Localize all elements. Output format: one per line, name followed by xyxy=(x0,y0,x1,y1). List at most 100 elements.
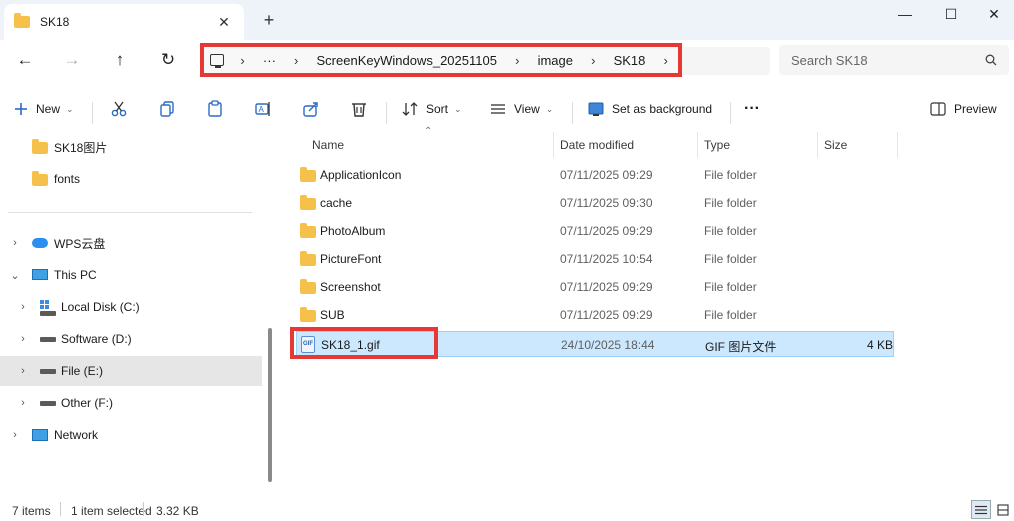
details-view-button[interactable] xyxy=(971,500,991,519)
file-date: 07/11/2025 10:54 xyxy=(560,252,653,266)
title-bar: SK18 ✕ + — ☐ ✕ xyxy=(0,0,1014,40)
network-icon xyxy=(32,429,48,441)
table-row[interactable]: Screenshot 07/11/2025 09:29 File folder xyxy=(296,274,894,300)
breadcrumb-separator[interactable]: › xyxy=(505,53,530,68)
folder-icon xyxy=(300,195,316,210)
minimize-button[interactable]: — xyxy=(882,0,928,28)
file-name: PictureFont xyxy=(320,252,382,266)
breadcrumb-separator[interactable]: › xyxy=(284,53,309,68)
chevron-down-icon: ⌄ xyxy=(454,103,462,114)
trash-icon xyxy=(352,103,366,117)
drive-icon xyxy=(40,311,56,316)
more-options-button[interactable]: ··· xyxy=(744,96,760,122)
divider xyxy=(572,102,573,124)
sidebar-item-wps-cloud[interactable]: › WPS云盘 xyxy=(0,228,262,258)
chevron-down-icon[interactable]: ⌄ xyxy=(8,269,22,282)
sidebar-scrollbar[interactable] xyxy=(268,328,272,482)
forward-button[interactable]: → xyxy=(56,46,88,74)
breadcrumb-item[interactable]: image xyxy=(530,53,581,68)
breadcrumb-overflow[interactable]: ··· xyxy=(255,53,284,68)
file-type: File folder xyxy=(704,252,757,266)
maximize-button[interactable]: ☐ xyxy=(928,0,974,28)
rename-button[interactable]: A xyxy=(254,96,272,122)
address-row: ← → ↑ ↻ › ··· › ScreenKeyWindows_2025110… xyxy=(0,40,1014,82)
file-name: cache xyxy=(320,196,353,210)
file-date: 07/11/2025 09:29 xyxy=(560,224,653,238)
sidebar-item-label: This PC xyxy=(54,268,97,282)
computer-icon xyxy=(32,269,48,280)
address-bar-empty-area[interactable] xyxy=(682,47,770,75)
breadcrumb-item[interactable]: SK18 xyxy=(606,53,654,68)
sidebar-item-other-f[interactable]: › Other (F:) xyxy=(0,388,262,418)
svg-text:A: A xyxy=(259,105,265,114)
folder-icon xyxy=(300,307,316,322)
new-button[interactable]: New ⌄ xyxy=(14,96,74,122)
new-tab-button[interactable]: + xyxy=(258,9,280,31)
sidebar-item-label: File (E:) xyxy=(61,364,103,378)
breadcrumb-item[interactable]: ScreenKeyWindows_20251105 xyxy=(309,53,505,68)
chevron-right-icon[interactable]: › xyxy=(8,429,22,441)
chevron-down-icon: ⌄ xyxy=(545,103,554,114)
chevron-right-icon[interactable]: › xyxy=(16,333,30,345)
divider xyxy=(92,102,93,124)
folder-icon xyxy=(300,167,316,182)
file-name: PhotoAlbum xyxy=(320,224,386,238)
share-button[interactable] xyxy=(302,96,320,122)
wallpaper-icon xyxy=(588,102,604,116)
delete-button[interactable] xyxy=(350,96,368,122)
chevron-right-icon[interactable]: › xyxy=(16,397,30,409)
sidebar-item-sk18-pictures[interactable]: SK18图片 xyxy=(0,132,262,162)
breadcrumb-separator[interactable]: › xyxy=(653,53,678,68)
set-as-background-button[interactable]: Set as background xyxy=(588,96,712,122)
drive-icon xyxy=(40,337,56,342)
column-header-size[interactable]: Size xyxy=(818,132,898,158)
address-bar[interactable]: › ··· › ScreenKeyWindows_20251105 › imag… xyxy=(200,43,682,77)
file-type: File folder xyxy=(704,168,757,182)
preview-label: Preview xyxy=(954,102,997,116)
file-type: GIF 图片文件 xyxy=(705,340,777,354)
chevron-right-icon[interactable]: › xyxy=(16,301,30,313)
refresh-button[interactable]: ↻ xyxy=(152,46,184,74)
breadcrumb-separator[interactable]: › xyxy=(581,53,606,68)
sidebar-item-this-pc[interactable]: ⌄ This PC xyxy=(0,260,262,290)
selection-count: 1 item selected xyxy=(71,504,152,518)
close-tab-icon[interactable]: ✕ xyxy=(214,12,234,32)
copy-button[interactable] xyxy=(158,96,176,122)
paste-button[interactable] xyxy=(206,96,224,122)
sidebar-item-network[interactable]: › Network xyxy=(0,420,262,450)
preview-button[interactable]: Preview xyxy=(930,96,997,122)
chevron-right-icon[interactable]: › xyxy=(16,365,30,377)
sort-label: Sort xyxy=(426,102,449,116)
sort-button[interactable]: Sort ⌄ xyxy=(402,96,462,122)
column-header-name[interactable]: Name xyxy=(306,132,554,158)
sidebar-item-fonts[interactable]: fonts xyxy=(0,164,262,194)
column-header-type[interactable]: Type xyxy=(698,132,818,158)
cut-button[interactable] xyxy=(110,96,128,122)
navigation-pane: SK18图片 fonts › WPS云盘 ⌄ This PC › Local D… xyxy=(0,132,262,498)
sidebar-item-file-e[interactable]: › File (E:) xyxy=(0,356,262,386)
sidebar-item-local-disk-c[interactable]: › Local Disk (C:) xyxy=(0,292,262,322)
close-window-button[interactable]: ✕ xyxy=(974,0,1014,28)
search-input[interactable]: Search SK18 xyxy=(779,45,1009,75)
table-row[interactable]: SUB 07/11/2025 09:29 File folder xyxy=(296,302,894,328)
up-button[interactable]: ↑ xyxy=(104,46,136,74)
chevron-right-icon[interactable]: › xyxy=(8,237,22,249)
file-name: Screenshot xyxy=(320,280,381,294)
table-row[interactable]: PictureFont 07/11/2025 10:54 File folder xyxy=(296,246,894,272)
sort-icon xyxy=(402,102,418,116)
divider xyxy=(143,502,144,516)
table-row[interactable]: cache 07/11/2025 09:30 File folder xyxy=(296,190,894,216)
plus-icon xyxy=(15,103,27,115)
table-row[interactable]: ApplicationIcon 07/11/2025 09:29 File fo… xyxy=(296,162,894,188)
breadcrumb-separator[interactable]: › xyxy=(230,53,255,68)
sidebar-item-software-d[interactable]: › Software (D:) xyxy=(0,324,262,354)
view-button[interactable]: View ⌄ xyxy=(490,96,553,122)
tab-sk18[interactable]: SK18 ✕ xyxy=(4,4,244,40)
back-button[interactable]: ← xyxy=(9,46,41,74)
sidebar-item-label: WPS云盘 xyxy=(54,236,106,251)
tiles-view-button[interactable] xyxy=(993,500,1013,519)
windows-drive-icon xyxy=(40,300,50,310)
table-row[interactable]: PhotoAlbum 07/11/2025 09:29 File folder xyxy=(296,218,894,244)
file-name: SUB xyxy=(320,308,345,322)
column-header-date-modified[interactable]: Date modified xyxy=(554,132,698,158)
